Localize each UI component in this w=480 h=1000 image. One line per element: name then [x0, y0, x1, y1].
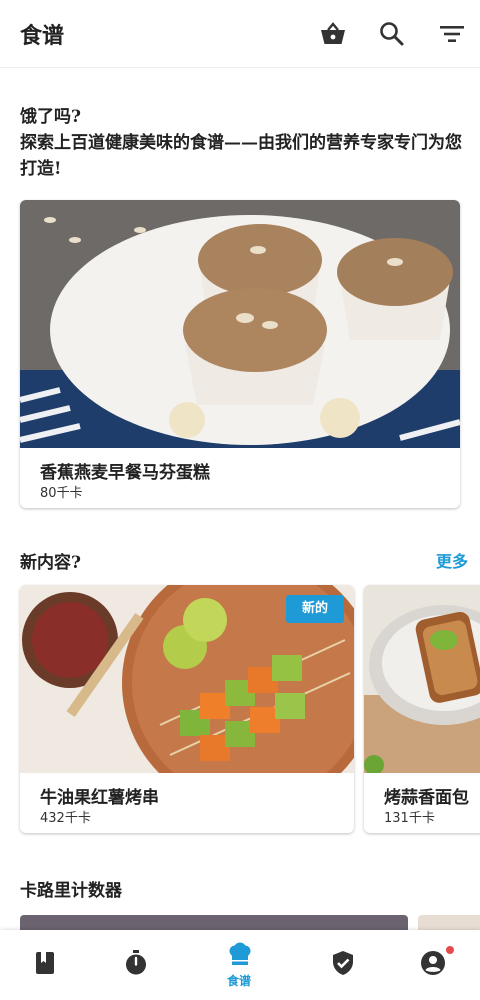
nav-item-diary[interactable]	[4, 930, 84, 1000]
nav-item-profile[interactable]	[392, 930, 472, 1000]
recipe-calories: 432千卡	[40, 811, 91, 826]
recipe-image-garlic-bread	[364, 585, 480, 773]
new-badge: 新的	[286, 595, 344, 623]
nav-item-timer[interactable]	[95, 930, 175, 1000]
intro-question: 饿了吗?	[20, 107, 81, 127]
search-icon[interactable]	[377, 19, 407, 49]
basket-icon[interactable]	[318, 19, 348, 49]
calorie-counter-heading: 卡路里计数器	[20, 881, 122, 901]
filter-icon[interactable]	[437, 19, 467, 49]
app-bar: 食谱	[0, 0, 480, 68]
notification-dot	[446, 946, 454, 954]
chef-hat-icon	[229, 942, 251, 965]
nav-item-premium[interactable]	[302, 930, 382, 1000]
featured-recipe-image	[20, 200, 460, 448]
shield-check-icon	[333, 951, 353, 975]
recipe-card-garlic-bread[interactable]: 烤蒜香面包 131千卡	[364, 585, 480, 833]
nav-item-recipes[interactable]: 食谱	[199, 930, 279, 1000]
new-content-heading: 新内容?	[20, 553, 81, 573]
featured-recipe-card[interactable]: 香蕉燕麦早餐马芬蛋糕 80千卡	[20, 200, 460, 508]
recipe-calories: 131千卡	[384, 811, 435, 826]
intro-text: 饿了吗? 探索上百道健康美味的食谱——由我们的营养专家专门为您打造!	[20, 104, 465, 182]
timer-icon	[126, 950, 146, 975]
recipe-name: 牛油果红薯烤串	[40, 788, 159, 808]
recipe-card-skewers[interactable]: 新的 牛油果红薯烤串 432千卡	[20, 585, 354, 833]
book-icon	[36, 952, 54, 974]
page-title: 食谱	[20, 23, 65, 49]
intro-description: 探索上百道健康美味的食谱——由我们的营养专家专门为您打造!	[20, 133, 462, 179]
more-link[interactable]: 更多	[436, 548, 468, 572]
featured-recipe-calories: 80千卡	[40, 486, 83, 501]
bottom-navigation: 食谱	[0, 930, 480, 1000]
recipe-name: 烤蒜香面包	[384, 788, 469, 808]
nav-label-recipes: 食谱	[226, 974, 251, 988]
account-icon	[421, 951, 445, 975]
featured-recipe-name: 香蕉燕麦早餐马芬蛋糕	[40, 463, 210, 483]
